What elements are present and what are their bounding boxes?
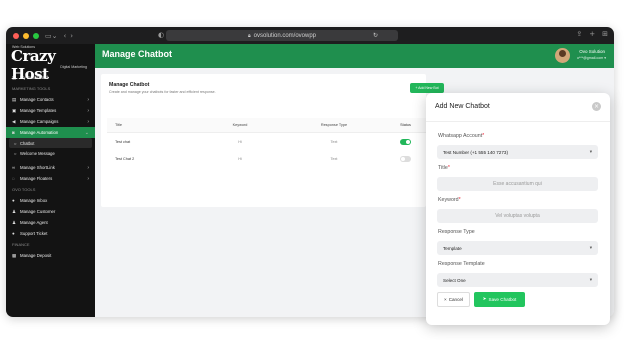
whatsapp-account-select[interactable]: Test Number (+1 555 140 7273) ▾ (437, 145, 598, 159)
back-icon[interactable]: ‹ (63, 32, 66, 40)
caret-down-icon: ▾ (589, 149, 592, 155)
modal-title: Add New Chatbot (435, 103, 490, 110)
sidebar-item-support[interactable]: ● Support Ticket (6, 228, 95, 239)
table-row[interactable]: Test Chat 2 Hi Text (107, 150, 426, 167)
chevron-down-icon: ⌄ (84, 129, 89, 136)
add-chatbot-button[interactable]: + Add New Bot (410, 83, 444, 93)
forward-icon[interactable]: › (70, 32, 73, 40)
address-bar[interactable]: 🔒︎ ovsolution.com/ovowpp ↻ (166, 30, 398, 41)
sidebar-section-finance: FINANCE (12, 242, 30, 247)
col-response-type: Response Type (320, 123, 348, 127)
response-type-label: Response Type (438, 229, 475, 235)
col-status: Status (400, 123, 411, 127)
chatbot-table: Title Keyword Response Type Status Test … (107, 118, 426, 167)
sidebar-item-campaigns[interactable]: ◀ Manage Campaigns › (6, 116, 95, 127)
sidebar-subitem-welcome-message[interactable]: ○ Welcome Message (6, 148, 95, 158)
cancel-button[interactable]: × Cancel (437, 292, 470, 307)
add-chatbot-modal: Add New Chatbot × Whatsapp Account* Test… (426, 93, 610, 325)
sidebar-item-templates[interactable]: ▣ Manage Templates › (6, 105, 95, 116)
chevron-right-icon: › (87, 96, 89, 103)
browser-toolbar: ▭⌄ ‹ › ◐ 🔒︎ ovsolution.com/ovowpp ↻ ⇪ + … (6, 27, 614, 44)
users-icon: ♟ (12, 208, 17, 214)
ticket-icon: ● (12, 231, 15, 236)
card-title: Manage Chatbot (109, 82, 150, 88)
sidebar-item-customer[interactable]: ♟ Manage Customer (6, 206, 95, 217)
row-keyword: Hi (238, 156, 242, 161)
zoom-window-button[interactable] (33, 32, 39, 39)
chevron-right-icon: › (87, 164, 89, 171)
sidebar-section-marketing: MARKETING TOOLS (12, 86, 51, 91)
page-title: Manage Chatbot (102, 49, 173, 59)
sidebar-item-automation[interactable]: ◙ Manage Automation ⌄ (6, 127, 95, 138)
sidebar-nav: ▦ My Dashboard MARKETING TOOLS ▤ Manage … (6, 72, 95, 261)
url-text: ovsolution.com/ovowpp (253, 32, 317, 39)
close-icon[interactable]: × (592, 102, 601, 111)
card-description: Create and manage your chatbots for fast… (109, 90, 216, 94)
close-window-button[interactable] (13, 32, 19, 39)
sidebar: Web Solutions Crazy Host Digital Marketi… (6, 44, 95, 317)
lock-icon: 🔒︎ (247, 32, 251, 39)
close-icon: × (444, 297, 447, 302)
privacy-shield-icon[interactable]: ◐ (158, 31, 164, 39)
save-chatbot-button[interactable]: ➤ Save Chatbot (474, 292, 525, 307)
megaphone-icon: ◀ (12, 118, 16, 124)
automation-icon: ◙ (12, 130, 15, 135)
wallet-icon: ▩ (12, 252, 17, 258)
chevron-right-icon: › (87, 175, 89, 182)
logo[interactable]: Web Solutions Crazy Host Digital Marketi… (6, 44, 95, 83)
minimize-window-button[interactable] (23, 32, 29, 39)
caret-down-icon: ▾ (589, 245, 592, 251)
avatar[interactable] (555, 48, 570, 63)
modal-divider (426, 121, 610, 122)
keyword-label: Keyword* (438, 197, 461, 203)
row-response-type: Text (330, 156, 338, 161)
share-icon[interactable]: ⇪ (576, 30, 582, 38)
row-keyword: Hi (238, 139, 242, 144)
sidebar-item-shortlink[interactable]: ∞ Manage ShortLink › (6, 162, 95, 173)
header: Manage Chatbot Ovo Solution o***@gmail.c… (95, 44, 614, 68)
send-icon: ➤ (482, 297, 487, 302)
sidebar-section-ovo-tools: OVO TOOLS (12, 187, 36, 192)
floater-icon: ◌ (12, 176, 15, 181)
col-keyword: Keyword (232, 123, 248, 127)
whatsapp-account-label: Whatsapp Account* (438, 133, 485, 139)
caret-down-icon: ▾ (589, 277, 592, 283)
sidebar-toggle-icon[interactable]: ▭⌄ (45, 32, 57, 40)
contacts-icon: ▤ (12, 96, 17, 102)
user-name[interactable]: Ovo Solution (579, 49, 605, 54)
title-input[interactable]: Esse accusantium qui (437, 177, 598, 191)
status-toggle[interactable] (400, 138, 411, 145)
chevron-right-icon: › (87, 107, 89, 114)
sidebar-item-contacts[interactable]: ▤ Manage Contacts › (6, 94, 95, 105)
row-response-type: Text (330, 139, 338, 144)
reload-icon[interactable]: ↻ (373, 32, 378, 39)
row-title: Test chat (115, 139, 131, 144)
link-icon: ∞ (12, 165, 16, 170)
tab-overview-icon[interactable]: ⊞ (602, 30, 608, 38)
col-title: Title (115, 123, 123, 127)
templates-icon: ▣ (12, 107, 17, 113)
response-template-select[interactable]: Select One ▾ (437, 273, 598, 287)
sidebar-item-agent[interactable]: ♟ Manage Agent (6, 217, 95, 228)
sidebar-item-floaters[interactable]: ◌ Manage Floaters › (6, 173, 95, 184)
sidebar-subitem-chatbot[interactable]: ○ Chatbot (9, 138, 92, 148)
status-toggle[interactable] (400, 155, 411, 162)
chat-icon: ● (12, 198, 15, 203)
table-row[interactable]: Test chat Hi Text (107, 133, 426, 150)
new-tab-icon[interactable]: + (589, 30, 595, 38)
agent-icon: ♟ (12, 219, 17, 225)
user-email[interactable]: o***@gmail.com ▾ (577, 56, 606, 60)
keyword-input[interactable]: Vel voluptas volupta (437, 209, 598, 223)
chevron-right-icon: › (87, 118, 89, 125)
response-template-label: Response Template (438, 261, 485, 267)
table-header: Title Keyword Response Type Status (107, 118, 426, 133)
sidebar-item-deposit[interactable]: ▩ Manage Deposit (6, 250, 95, 261)
response-type-select[interactable]: Template ▾ (437, 241, 598, 255)
title-label: Title* (438, 165, 450, 171)
row-title: Test Chat 2 (115, 156, 135, 161)
chatbot-card: Manage Chatbot Create and manage your ch… (101, 74, 444, 207)
sidebar-item-inbox[interactable]: ● Manage Inbox (6, 195, 95, 206)
chevron-down-icon: ▾ (604, 56, 606, 60)
